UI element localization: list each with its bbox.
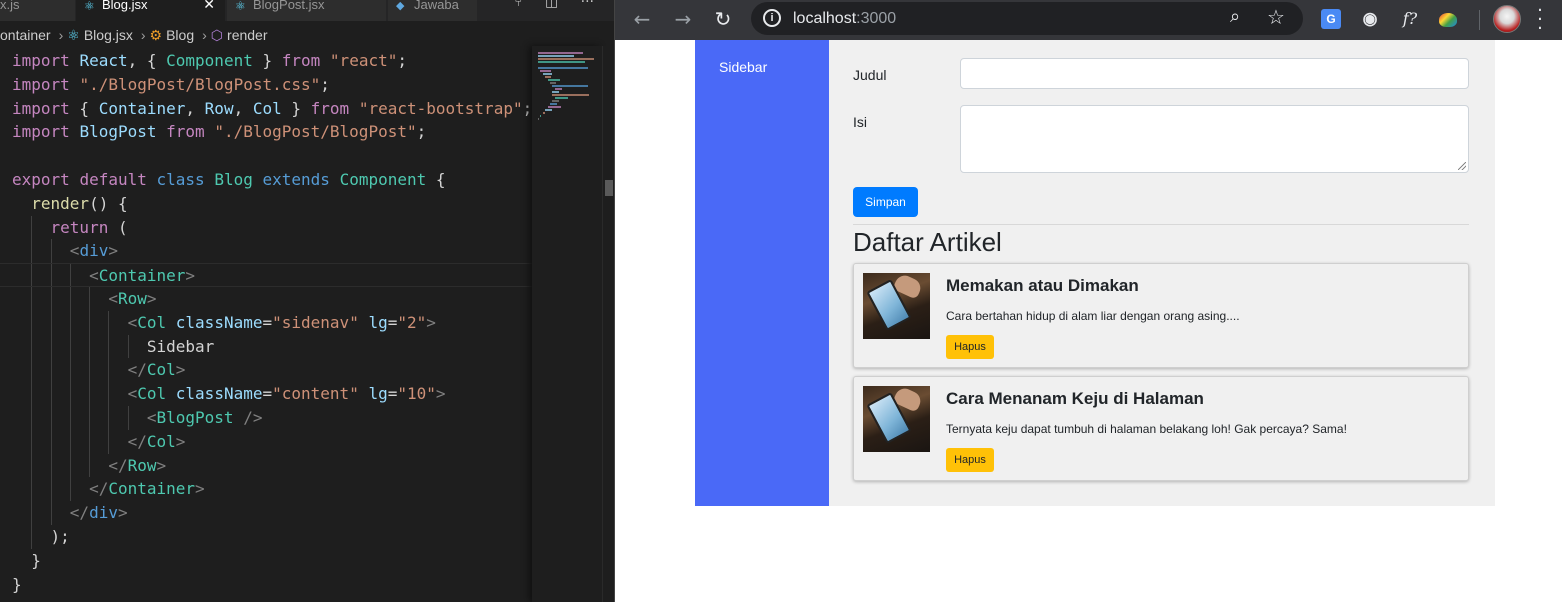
code-line[interactable]: render() { — [0, 192, 532, 216]
sidenav: Sidebar — [695, 40, 829, 506]
delete-button[interactable]: Hapus — [946, 448, 994, 472]
address-bar[interactable]: i localhost:3000 ⌕ ☆ — [751, 2, 1303, 35]
save-button[interactable]: Simpan — [853, 187, 918, 217]
article-card: Memakan atau Dimakan Cara bertahan hidup… — [853, 263, 1469, 368]
article-card: Cara Menanam Keju di Halaman Ternyata ke… — [853, 376, 1469, 481]
scrollbar-thumb[interactable] — [605, 180, 613, 196]
code-line[interactable]: import BlogPost from "./BlogPost/BlogPos… — [0, 120, 532, 144]
google-translate-icon[interactable]: G — [1321, 9, 1341, 29]
code-line[interactable]: <Col className="sidenav" lg="2"> — [0, 310, 532, 335]
browser-toolbar: ← → ↻ i localhost:3000 ⌕ ☆ G ◉ f? · · · — [615, 0, 1562, 40]
tab-blogpost-jsx[interactable]: ⚛ BlogPost.jsx — [227, 0, 387, 21]
info-icon[interactable]: i — [763, 9, 781, 27]
code-line[interactable]: <BlogPost /> — [0, 405, 532, 430]
code-line[interactable]: <Row> — [0, 286, 532, 311]
code-line[interactable]: <Container> — [0, 263, 532, 287]
chevron-right-icon: › — [140, 27, 146, 43]
code-editor: x.js ⚛ Blog.jsx ✕ ⚛ BlogPost.jsx ◆ Jawaba ⑂… — [0, 0, 614, 602]
title-label: Judul — [853, 67, 887, 83]
url-text[interactable]: localhost:3000 — [793, 2, 896, 35]
code-line[interactable]: } — [0, 549, 532, 573]
section-title: Daftar Artikel — [853, 227, 1002, 257]
fx-icon[interactable]: f? — [1400, 9, 1420, 29]
code-line[interactable]: import { Container, Row, Col } from "rea… — [0, 97, 532, 121]
code-line[interactable]: </Container> — [0, 477, 532, 502]
sidebar-label: Sidebar — [719, 59, 768, 75]
class-icon: ⚙ — [149, 27, 163, 43]
code-line[interactable] — [0, 144, 532, 168]
back-arrow-icon[interactable]: ← — [629, 6, 655, 32]
code-line[interactable]: return ( — [0, 215, 532, 240]
close-icon[interactable]: ✕ — [203, 0, 215, 13]
app-container: Sidebar Judul Isi Simpan Daftar Artikel … — [695, 40, 1495, 506]
code-line[interactable]: export default class Blog extends Compon… — [0, 168, 532, 192]
tab-x-js[interactable]: x.js — [0, 0, 76, 21]
tab-label: Blog.jsx — [102, 0, 148, 12]
kebab-menu-icon[interactable]: · · · — [1537, 2, 1543, 38]
toolbar-divider — [1479, 10, 1480, 30]
code-line[interactable]: </Col> — [0, 429, 532, 454]
title-input[interactable] — [960, 58, 1469, 89]
color-picker-icon[interactable] — [1439, 13, 1457, 27]
zoom-icon[interactable]: ⌕ — [1230, 6, 1240, 27]
code-area[interactable]: import React, { Component } from "react"… — [0, 49, 532, 602]
tab-label: BlogPost.jsx — [253, 0, 325, 12]
react-icon: ⚛ — [84, 0, 95, 13]
tab-label: x.js — [0, 0, 20, 12]
body-label: Isi — [853, 114, 867, 130]
breadcrumb: ontainer › ⚛ Blog.jsx › ⚙ Blog › ⬡ render — [0, 24, 614, 46]
chevron-right-icon: › — [58, 27, 64, 43]
breadcrumb-file[interactable]: Blog.jsx — [84, 27, 133, 43]
method-icon: ⬡ — [210, 27, 224, 43]
article-title: Memakan atau Dimakan — [946, 276, 1139, 295]
breadcrumb-class[interactable]: Blog — [166, 27, 194, 43]
url-port: :3000 — [856, 10, 897, 27]
tab-label: Jawaba — [414, 0, 459, 12]
content-column: Judul Isi Simpan Daftar Artikel Memakan … — [853, 40, 1469, 506]
page-viewport: Sidebar Judul Isi Simpan Daftar Artikel … — [615, 40, 1562, 602]
split-editor-icon[interactable]: ◫ — [545, 0, 558, 10]
divider — [853, 224, 1469, 225]
profile-avatar[interactable] — [1493, 5, 1521, 33]
resize-grip-icon[interactable] — [1458, 162, 1466, 170]
article-body: Ternyata keju dapat tumbuh di halaman be… — [946, 422, 1347, 436]
code-line[interactable]: </Row> — [0, 453, 532, 478]
article-thumbnail — [863, 386, 930, 452]
compare-icon[interactable]: ⑂ — [514, 0, 522, 10]
code-line[interactable]: } — [0, 573, 532, 597]
url-host: localhost — [793, 10, 857, 27]
code-line[interactable]: <div> — [0, 239, 532, 264]
editor-tab-bar: x.js ⚛ Blog.jsx ✕ ⚛ BlogPost.jsx ◆ Jawaba ⑂… — [0, 0, 614, 21]
article-body: Cara bertahan hidup di alam liar dengan … — [946, 309, 1240, 323]
diamond-icon: ◆ — [396, 0, 405, 12]
bookmark-star-icon[interactable]: ☆ — [1267, 5, 1285, 29]
code-line[interactable]: Sidebar — [0, 334, 532, 359]
code-line[interactable]: </Col> — [0, 358, 532, 383]
minimap[interactable] — [532, 46, 602, 602]
tab-blog-jsx[interactable]: ⚛ Blog.jsx ✕ — [76, 0, 226, 21]
code-line[interactable]: import "./BlogPost/BlogPost.css"; — [0, 73, 532, 97]
code-line[interactable]: </div> — [0, 501, 532, 525]
forward-arrow-icon[interactable]: → — [670, 6, 696, 32]
reload-icon[interactable]: ↻ — [710, 6, 736, 32]
editor-actions: ⑂ ◫ ··· — [496, 0, 594, 10]
delete-button[interactable]: Hapus — [946, 335, 994, 359]
camera-icon[interactable]: ◉ — [1360, 9, 1380, 29]
react-icon: ⚛ — [235, 0, 246, 13]
chevron-right-icon: › — [202, 27, 207, 43]
article-title: Cara Menanam Keju di Halaman — [946, 389, 1204, 408]
more-icon[interactable]: ··· — [581, 0, 594, 10]
react-icon: ⚛ — [67, 27, 80, 43]
breadcrumb-folder[interactable]: ontainer — [0, 27, 51, 43]
code-line[interactable]: import React, { Component } from "react"… — [0, 49, 532, 73]
tab-jawaba[interactable]: ◆ Jawaba — [388, 0, 478, 21]
breadcrumb-method[interactable]: render — [227, 27, 267, 43]
code-line[interactable]: ); — [0, 524, 532, 549]
article-thumbnail — [863, 273, 930, 339]
body-textarea[interactable] — [960, 105, 1469, 173]
code-line[interactable]: <Col className="content" lg="10"> — [0, 382, 532, 406]
browser-window: ← → ↻ i localhost:3000 ⌕ ☆ G ◉ f? · · · Si… — [614, 0, 1562, 602]
editor-scrollbar[interactable] — [602, 46, 614, 602]
